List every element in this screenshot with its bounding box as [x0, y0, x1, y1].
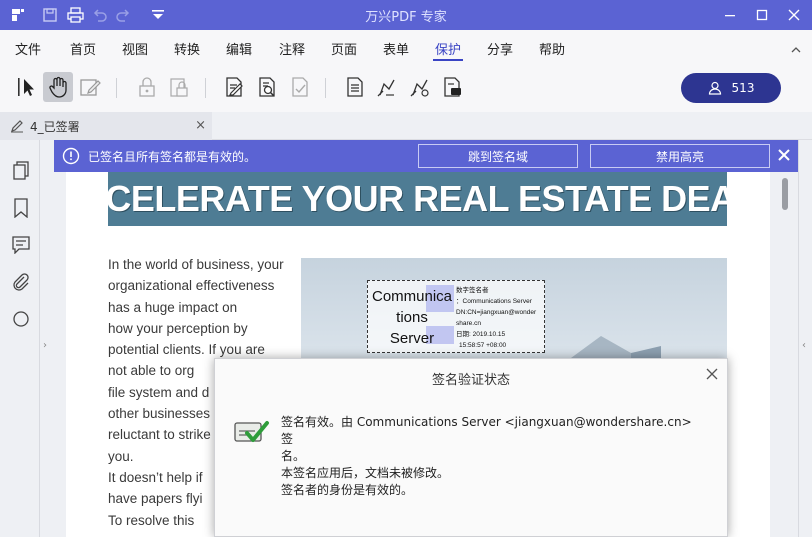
mark-redaction-icon[interactable]	[371, 72, 401, 102]
menu-protect[interactable]: 保护	[432, 39, 464, 61]
signer-name-line: Communica	[371, 288, 453, 305]
close-banner-icon[interactable]	[776, 147, 792, 163]
thumbnails-icon[interactable]	[10, 160, 32, 182]
redo-icon[interactable]	[113, 5, 133, 25]
menu-view[interactable]: 视图	[122, 39, 148, 59]
toolbar-separator	[325, 78, 326, 98]
menu-file[interactable]: 文件	[15, 39, 41, 59]
left-sidebar: ›	[0, 140, 47, 537]
body-line: how your perception by	[108, 320, 248, 336]
menu-share[interactable]: 分享	[487, 39, 513, 59]
search-circle-icon[interactable]	[10, 308, 32, 330]
body-line: has a huge impact on	[108, 299, 238, 315]
toolbar-separator	[205, 78, 206, 98]
menu-form[interactable]: 表单	[383, 39, 409, 59]
body-line: organizational effectiveness	[108, 278, 275, 294]
page-headline: ACCELERATE YOUR REAL ESTATE DEALS	[108, 172, 727, 226]
scrollbar-thumb[interactable]	[782, 178, 788, 210]
banner-message: 已签名且所有签名都是有效的。	[88, 150, 257, 164]
signature-field[interactable]: Communica tions Server 数字签名者 ：Communicat…	[367, 280, 545, 353]
user-account-button[interactable]: 513	[681, 73, 781, 103]
signature-details: 数字签名者 ：Communications Server DN:CN=jiang…	[456, 285, 544, 351]
signature-detail-line: 日期: 2019.10.15	[456, 331, 506, 338]
body-line: In the world of business, your	[108, 257, 284, 272]
signature-detail-line: ：Communications Server	[456, 298, 532, 305]
maximize-button[interactable]	[746, 0, 778, 30]
signature-status-banner: 已签名且所有签名都是有效的。 跳到签名域 禁用高亮	[54, 140, 798, 172]
disable-highlight-button[interactable]: 禁用高亮	[590, 144, 770, 168]
comments-icon[interactable]	[10, 234, 32, 256]
attachment-icon[interactable]	[10, 271, 32, 293]
validation-line: 签名者的身份是有效的。	[281, 483, 414, 497]
hand-tool-icon[interactable]	[43, 72, 73, 102]
signer-name: Communica tions Server	[370, 286, 454, 349]
signer-name-line: tions	[396, 309, 428, 326]
validate-signature-icon[interactable]	[252, 72, 282, 102]
undo-icon[interactable]	[90, 5, 110, 25]
document-tab-strip: 4_已签署 ×	[0, 112, 812, 140]
title-bar: 万兴PDF 专家	[0, 0, 812, 30]
collapse-ribbon-icon[interactable]	[790, 41, 804, 55]
print-icon[interactable]	[65, 5, 85, 25]
validation-line: 签名有效。由 Communications Server <jiangxuan@…	[281, 415, 692, 446]
apply-redaction-icon[interactable]	[404, 72, 434, 102]
expand-right-panel-icon[interactable]: ‹	[802, 340, 806, 351]
signer-name-line: Server	[389, 330, 435, 347]
signature-detail-line: share.cn	[456, 320, 481, 327]
quick-access-dropdown-icon[interactable]	[148, 5, 168, 25]
menu-convert[interactable]: 转换	[174, 39, 200, 59]
right-panel-gutter: ‹	[798, 140, 812, 537]
validation-line: 本签名应用后，文档未被修改。	[281, 466, 450, 480]
signature-detail-line: DN:CN=jiangxuan@wonder	[456, 309, 537, 316]
expand-sidebar-icon[interactable]: ›	[43, 340, 47, 351]
minimize-button[interactable]	[714, 0, 746, 30]
menu-bar: 文件 首页 视图 转换 编辑 注释 页面 表单 保护 分享 帮助	[0, 30, 812, 64]
permission-lock-icon[interactable]	[164, 72, 194, 102]
close-tab-icon[interactable]: ×	[195, 118, 206, 133]
password-lock-icon[interactable]	[132, 72, 162, 102]
app-logo-icon	[8, 5, 28, 25]
menu-page[interactable]: 页面	[331, 39, 357, 59]
menu-home[interactable]: 首页	[70, 39, 96, 59]
signature-detail-line: 数字签名者	[456, 287, 489, 294]
sign-document-icon[interactable]	[219, 72, 249, 102]
signature-detail-line: 15:58:57 +08:00	[459, 342, 507, 349]
validation-line: 名。	[281, 449, 306, 463]
pen-tab-icon	[11, 120, 23, 133]
info-icon	[62, 147, 80, 165]
close-dialog-icon[interactable]	[705, 367, 719, 381]
bookmark-icon[interactable]	[10, 197, 32, 219]
save-icon[interactable]	[40, 5, 60, 25]
validation-details: 签名有效。由 Communications Server <jiangxuan@…	[281, 414, 701, 499]
select-tool-icon[interactable]	[12, 72, 42, 102]
redact-document-icon[interactable]	[340, 72, 370, 102]
document-tab-label: 4_已签署	[30, 119, 80, 134]
vertical-scrollbar[interactable]	[778, 172, 792, 537]
toolbar-separator	[116, 78, 117, 98]
clear-signature-icon[interactable]	[285, 72, 315, 102]
valid-signature-icon	[234, 421, 269, 442]
user-icon	[708, 81, 721, 95]
edit-tool-icon[interactable]	[75, 72, 105, 102]
search-redact-icon[interactable]	[437, 72, 467, 102]
close-window-button[interactable]	[778, 0, 810, 30]
document-tab[interactable]: 4_已签署 ×	[0, 112, 212, 140]
menu-help[interactable]: 帮助	[539, 39, 565, 59]
user-count: 513	[731, 81, 755, 95]
signature-validation-dialog: 签名验证状态 签名有效。由 Communications Server <jia…	[214, 358, 728, 537]
menu-comment[interactable]: 注释	[279, 39, 305, 59]
goto-signature-field-button[interactable]: 跳到签名域	[418, 144, 578, 168]
dialog-title: 签名验证状态	[431, 373, 510, 388]
menu-edit[interactable]: 编辑	[226, 39, 252, 59]
